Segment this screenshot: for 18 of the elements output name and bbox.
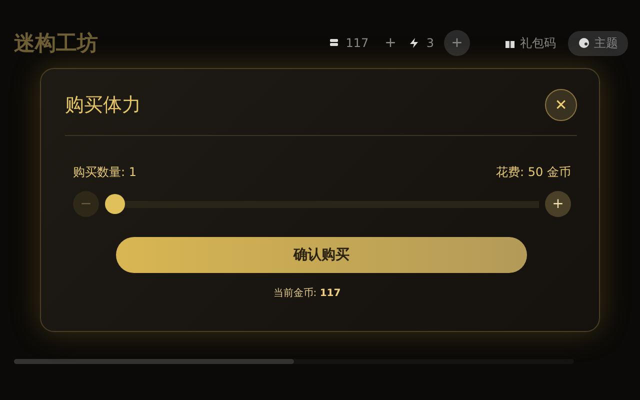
cost-label: 花费: 50 金币 (496, 164, 571, 181)
close-button[interactable]: ✕ (545, 89, 577, 121)
theme-button[interactable]: 主题 (568, 30, 628, 56)
add-energy-button[interactable]: + (444, 30, 470, 56)
dialog-title: 购买体力 (65, 93, 141, 118)
current-coins-text: 当前金币: 117 (272, 286, 342, 300)
coin-stack-icon (328, 37, 340, 49)
app-title: 迷构工坊 (14, 30, 98, 57)
lightning-icon (408, 37, 420, 49)
coin-count: 117 (346, 36, 369, 50)
quantity-label: 购买数量: 1 (73, 164, 136, 181)
palette-icon (578, 37, 590, 49)
increase-button[interactable]: + (545, 191, 571, 217)
confirm-purchase-button[interactable]: 确认购买 (116, 237, 527, 273)
add-coins-button[interactable]: + (378, 35, 402, 51)
slider-thumb[interactable] (105, 194, 125, 214)
energy-count: 3 (426, 36, 434, 50)
gift-code-button[interactable]: 礼包码 (498, 34, 562, 52)
